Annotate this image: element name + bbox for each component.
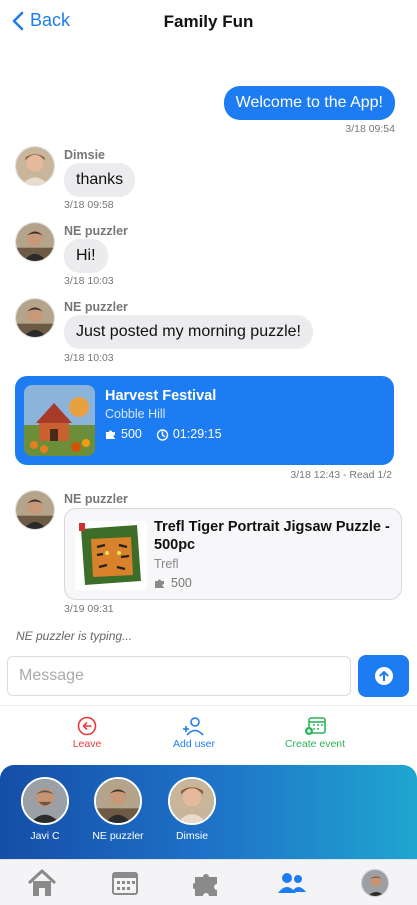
leave-button[interactable]: Leave xyxy=(42,716,132,750)
create-event-button[interactable]: Create event xyxy=(270,716,360,750)
chat-header: Back Family Fun xyxy=(0,0,417,44)
add-user-label: Add user xyxy=(172,738,216,750)
avatar-dimsie[interactable] xyxy=(15,146,55,186)
member-name: Javi C xyxy=(30,830,60,842)
calendar-plus-icon xyxy=(305,717,326,735)
sender-name: NE puzzler xyxy=(64,492,128,506)
message-timestamp: 3/18 10:03 xyxy=(64,275,114,287)
member-name: Dimsie xyxy=(175,830,209,842)
member-avatar xyxy=(94,777,142,825)
tab-calendar[interactable] xyxy=(109,868,141,898)
solve-time: 01:29:15 xyxy=(172,427,222,441)
piece-count: 500 xyxy=(171,576,192,590)
shared-puzzle-card[interactable]: Harvest Festival Cobble Hill 500 01:29:1… xyxy=(15,376,394,465)
puzzle-piece-icon xyxy=(155,579,164,588)
incoming-message-bubble[interactable]: thanks xyxy=(64,163,136,197)
member-javi-c[interactable]: Javi C xyxy=(10,777,80,842)
member-ne-puzzler[interactable]: NE puzzler xyxy=(83,777,153,842)
puzzle-piece-icon xyxy=(106,430,115,439)
product-thumbnail xyxy=(75,521,147,590)
message-input[interactable] xyxy=(7,656,351,696)
create-event-label: Create event xyxy=(284,738,346,750)
add-user-icon xyxy=(183,717,204,736)
message-timestamp: 3/18 12:43 - Read 1/2 xyxy=(290,469,392,481)
timer-icon xyxy=(156,428,169,441)
puzzle-icon xyxy=(193,874,217,896)
typing-indicator: NE puzzler is typing... xyxy=(16,629,133,643)
product-title: Trefl Tiger Portrait Jigsaw Puzzle - 500… xyxy=(154,519,390,553)
home-icon xyxy=(27,869,57,896)
add-user-button[interactable]: Add user xyxy=(149,716,239,750)
sender-name: NE puzzler xyxy=(64,300,128,314)
tab-puzzles[interactable] xyxy=(192,868,224,898)
message-timestamp: 3/19 09:31 xyxy=(64,603,114,615)
member-avatar xyxy=(21,777,69,825)
profile-avatar xyxy=(361,869,389,897)
product-brand: Trefl xyxy=(154,557,179,571)
member-dimsie[interactable]: Dimsie xyxy=(157,777,227,842)
groups-icon xyxy=(278,873,306,893)
avatar-ne-puzzler[interactable] xyxy=(15,222,55,262)
shared-product-card[interactable]: Trefl Tiger Portrait Jigsaw Puzzle - 500… xyxy=(64,508,402,600)
divider xyxy=(0,705,417,706)
sender-name: Dimsie xyxy=(64,148,105,162)
outgoing-message-bubble[interactable]: Welcome to the App! xyxy=(223,86,395,120)
tab-groups[interactable] xyxy=(276,868,308,898)
message-timestamp: 3/18 09:58 xyxy=(64,199,114,211)
sender-name: NE puzzler xyxy=(64,224,128,238)
incoming-message-bubble[interactable]: Hi! xyxy=(64,239,108,273)
puzzle-brand: Cobble Hill xyxy=(105,407,166,421)
avatar-ne-puzzler[interactable] xyxy=(15,298,55,338)
message-timestamp: 3/18 09:54 xyxy=(345,123,395,135)
piece-count: 500 xyxy=(121,427,142,441)
leave-label: Leave xyxy=(72,738,102,750)
avatar-ne-puzzler[interactable] xyxy=(15,490,55,530)
tab-profile[interactable] xyxy=(359,868,391,898)
send-arrow-icon xyxy=(374,667,393,685)
tab-home[interactable] xyxy=(26,868,58,898)
calendar-icon xyxy=(112,872,138,895)
members-strip: Javi C NE puzzler Dimsie xyxy=(0,765,417,859)
leave-icon xyxy=(77,716,97,736)
chat-title: Family Fun xyxy=(163,12,254,31)
incoming-message-bubble[interactable]: Just posted my morning puzzle! xyxy=(64,315,313,349)
bottom-tab-bar xyxy=(0,859,417,905)
puzzle-thumbnail xyxy=(24,385,95,456)
puzzle-title: Harvest Festival xyxy=(105,388,217,404)
send-button[interactable] xyxy=(358,655,409,697)
member-avatar xyxy=(168,777,216,825)
member-name: NE puzzler xyxy=(92,830,144,842)
message-timestamp: 3/18 10:03 xyxy=(64,352,114,364)
